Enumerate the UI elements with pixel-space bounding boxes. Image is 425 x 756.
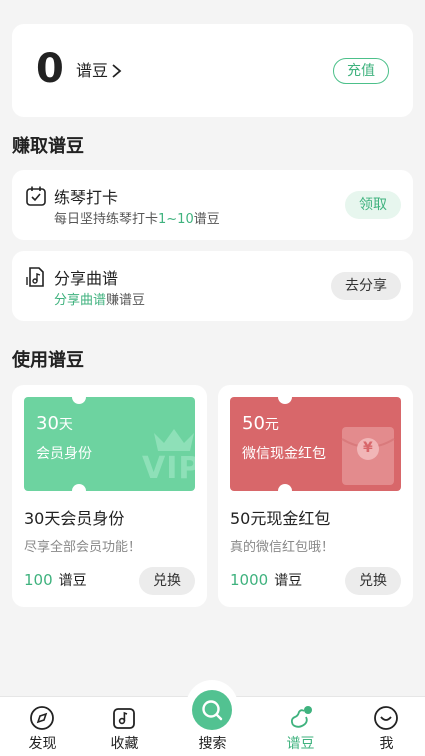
- redeem-button[interactable]: 兑换: [345, 567, 401, 595]
- product-desc: 真的微信红包哦！: [230, 540, 335, 555]
- use-section-title: 使用谱豆: [12, 350, 84, 371]
- tab-favorites[interactable]: 收藏: [82, 697, 167, 756]
- bean-unit-link[interactable]: 谱豆: [76, 60, 108, 82]
- search-button[interactable]: [192, 690, 232, 730]
- task-share-score: 分享曲谱 分享曲谱赚谱豆 去分享: [12, 251, 413, 321]
- bean-balance: 0: [36, 46, 64, 92]
- search-icon: [202, 700, 223, 721]
- recharge-button[interactable]: 充值: [333, 58, 389, 84]
- vip-ticket: 30天 会员身份 VIP: [24, 397, 195, 491]
- product-name: 30天会员身份: [24, 509, 125, 528]
- task-practice-checkin: 练琴打卡 每日坚持练琴打卡1~10谱豆 领取: [12, 170, 413, 240]
- task-desc: 分享曲谱赚谱豆: [54, 293, 146, 308]
- balance-card: 0 谱豆 充值: [12, 24, 413, 117]
- product-name: 50元现金红包: [230, 509, 331, 528]
- smile-face-icon: [374, 706, 398, 730]
- product-vip-30days[interactable]: 30天 会员身份 VIP 30天会员身份 尽享全部会员功能！ 100 谱豆 兑换: [12, 385, 207, 607]
- compass-icon: [30, 706, 54, 730]
- share-button[interactable]: 去分享: [331, 272, 401, 300]
- task-desc: 每日坚持练琴打卡1~10谱豆: [54, 212, 220, 227]
- tab-beans[interactable]: 谱豆: [258, 697, 343, 756]
- chevron-right-icon[interactable]: [110, 62, 124, 80]
- product-cash-50[interactable]: 50元 微信现金红包 ¥ 50元现金红包 真的微信红包哦！ 1000 谱豆 兑换: [218, 385, 413, 607]
- share-score-icon: [26, 267, 44, 287]
- tab-discover[interactable]: 发现: [0, 697, 85, 756]
- bean-icon: [290, 706, 312, 728]
- product-price: 100 谱豆: [24, 571, 87, 589]
- vip-watermark: VIP: [142, 451, 195, 486]
- product-price: 1000 谱豆: [230, 571, 303, 589]
- tab-me[interactable]: 我: [344, 697, 425, 756]
- calendar-check-icon: [26, 186, 46, 206]
- redeem-button[interactable]: 兑换: [139, 567, 195, 595]
- product-desc: 尽享全部会员功能！: [24, 540, 142, 555]
- claim-button[interactable]: 领取: [345, 191, 401, 219]
- music-note-box-icon: [113, 708, 135, 729]
- task-title: 分享曲谱: [54, 269, 119, 288]
- cash-ticket: 50元 微信现金红包 ¥: [230, 397, 401, 491]
- task-title: 练琴打卡: [54, 188, 119, 207]
- earn-section-title: 赚取谱豆: [12, 136, 84, 157]
- yuan-icon: ¥: [363, 440, 373, 456]
